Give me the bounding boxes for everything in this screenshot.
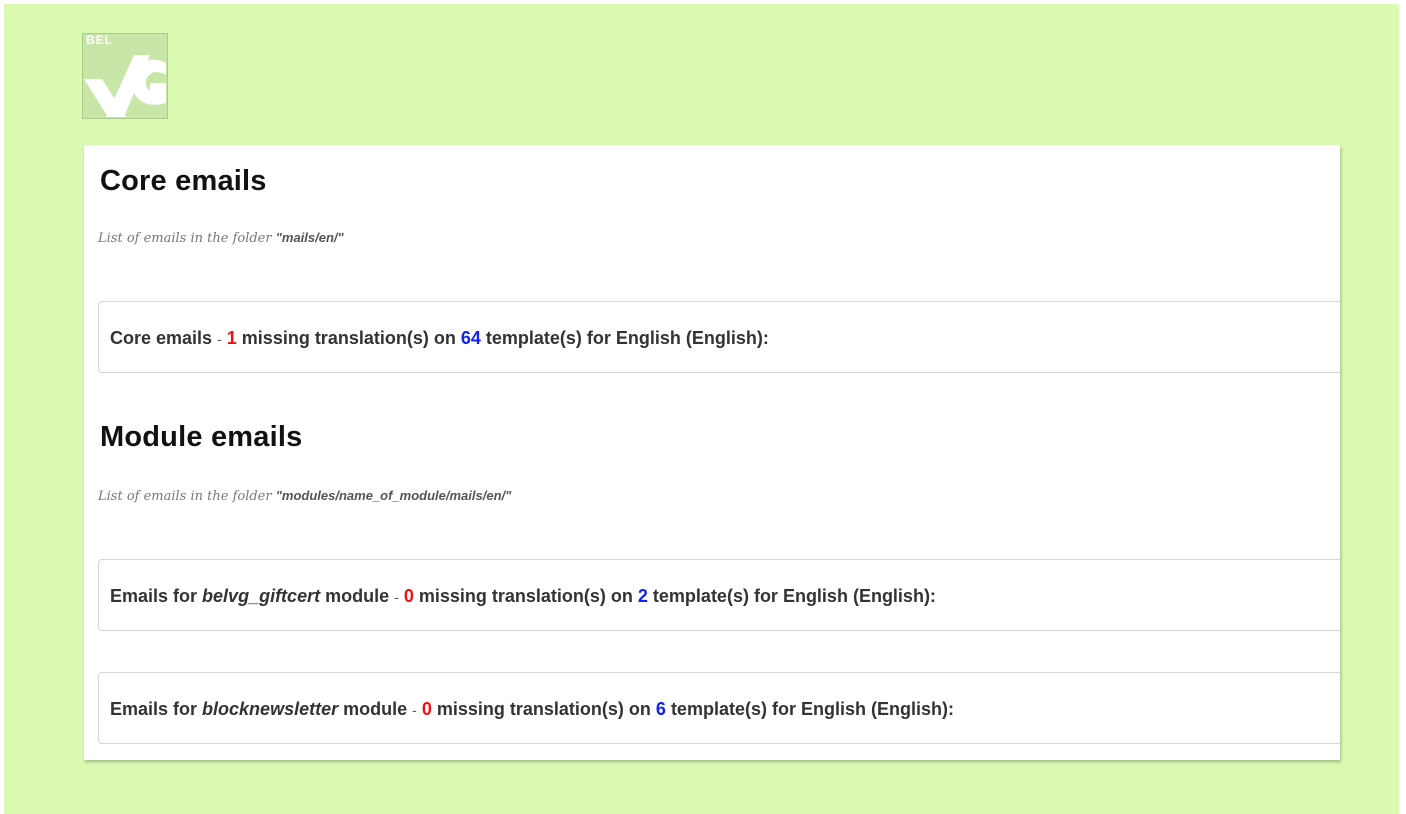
row-separator: - xyxy=(394,589,399,605)
template-count: 2 xyxy=(637,586,648,606)
missing-count: 0 xyxy=(403,586,414,606)
core-desc-folder: "mails/en/" xyxy=(275,230,344,245)
row-label: Core emails xyxy=(110,328,213,348)
core-emails-title: Core emails xyxy=(100,165,267,197)
module-row-belvg-giftcert[interactable]: Emails for belvg_giftcert module - 0 mis… xyxy=(98,559,1340,631)
row-middle-text: missing translation(s) on xyxy=(436,699,651,719)
row-suffix-text: template(s) for English (English): xyxy=(670,699,954,719)
row-separator: - xyxy=(412,702,417,718)
belvg-logo-icon: BEL xyxy=(82,33,168,119)
module-name: belvg_giftcert xyxy=(202,586,321,606)
module-emails-description: List of emails in the folder "modules/na… xyxy=(98,488,511,504)
core-emails-description: List of emails in the folder "mails/en/" xyxy=(98,230,344,246)
module-emails-title: Module emails xyxy=(100,421,303,453)
module-desc-prefix: List of emails in the folder xyxy=(98,489,276,504)
row-suffix-text: template(s) for English (English): xyxy=(485,328,769,348)
core-emails-row[interactable]: Core emails - 1 missing translation(s) o… xyxy=(98,301,1340,373)
template-count: 64 xyxy=(460,328,481,348)
core-desc-prefix: List of emails in the folder xyxy=(98,231,276,246)
row-suffix-text: template(s) for English (English): xyxy=(652,586,936,606)
module-desc-folder: "modules/name_of_module/mails/en/" xyxy=(275,488,512,503)
row-middle-text: missing translation(s) on xyxy=(241,328,456,348)
row-prefix: Emails for xyxy=(110,586,198,606)
missing-count: 0 xyxy=(421,699,432,719)
row-module-suffix: module xyxy=(325,586,390,606)
module-name: blocknewsletter xyxy=(202,699,339,719)
template-count: 6 xyxy=(655,699,666,719)
row-middle-text: missing translation(s) on xyxy=(418,586,633,606)
row-prefix: Emails for xyxy=(110,699,198,719)
emails-panel: Core emails List of emails in the folder… xyxy=(84,145,1340,760)
module-row-blocknewsletter[interactable]: Emails for blocknewsletter module - 0 mi… xyxy=(98,672,1340,744)
logo-text: BEL xyxy=(86,33,113,47)
row-module-suffix: module xyxy=(343,699,408,719)
page-background: BEL Core emails List of emails in the fo… xyxy=(4,4,1399,814)
row-separator: - xyxy=(217,331,222,347)
missing-count: 1 xyxy=(226,328,237,348)
